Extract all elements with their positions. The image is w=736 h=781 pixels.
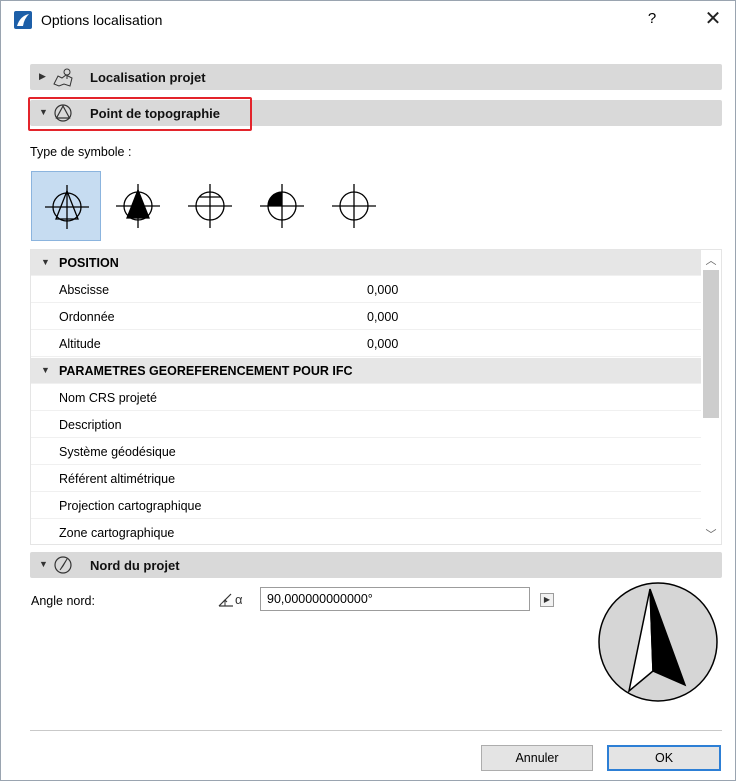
row-name: Projection cartographique bbox=[59, 499, 202, 513]
row-name: Référent altimétrique bbox=[59, 472, 176, 486]
expanded-triangle-icon: ▼ bbox=[39, 559, 48, 569]
table-row[interactable]: Description bbox=[31, 412, 703, 438]
row-name: Altitude bbox=[59, 337, 101, 351]
collapsed-triangle-icon: ▶ bbox=[39, 71, 46, 81]
group-georeferencement[interactable]: ▼ PARAMETRES GEOREFERENCEMENT POUR IFC bbox=[31, 358, 703, 384]
footer-divider bbox=[30, 730, 722, 731]
highlight-annotation bbox=[28, 97, 252, 131]
play-arrow-icon[interactable]: ▶ bbox=[540, 593, 554, 607]
map-pin-icon bbox=[52, 66, 74, 88]
scroll-thumb[interactable] bbox=[703, 270, 719, 418]
expanded-triangle-icon: ▼ bbox=[41, 257, 50, 267]
row-name: Description bbox=[59, 418, 122, 432]
row-name: Nom CRS projeté bbox=[59, 391, 157, 405]
symbol-3-icon bbox=[188, 184, 232, 228]
table-scrollbar[interactable]: ︿ ﹀ bbox=[701, 250, 721, 544]
close-button[interactable]: ✕ bbox=[701, 7, 725, 31]
expanded-triangle-icon: ▼ bbox=[41, 365, 50, 375]
table-row[interactable]: Projection cartographique bbox=[31, 493, 703, 519]
chevron-up-icon[interactable]: ︿ bbox=[701, 252, 721, 268]
table-row[interactable]: Zone cartographique bbox=[31, 520, 703, 544]
symbol-option-1[interactable] bbox=[31, 171, 101, 241]
row-name: Système géodésique bbox=[59, 445, 176, 459]
section-nord-du-projet[interactable]: ▼ Nord du projet bbox=[30, 552, 722, 578]
ok-button[interactable]: OK bbox=[607, 745, 721, 771]
table-row[interactable]: Système géodésique bbox=[31, 439, 703, 465]
symbol-option-4[interactable] bbox=[247, 171, 317, 241]
row-value[interactable]: 0,000 bbox=[367, 337, 398, 351]
row-name: Zone cartographique bbox=[59, 526, 175, 540]
table-row[interactable]: Ordonnée 0,000 bbox=[31, 304, 703, 330]
app-icon bbox=[14, 11, 32, 29]
compass-icon bbox=[52, 554, 74, 576]
cancel-button[interactable]: Annuler bbox=[481, 745, 593, 771]
symbol-option-2[interactable] bbox=[103, 171, 173, 241]
row-name: Ordonnée bbox=[59, 310, 115, 324]
table-row[interactable]: Nom CRS projeté bbox=[31, 385, 703, 411]
row-name: Abscisse bbox=[59, 283, 110, 297]
section-label: Localisation projet bbox=[90, 70, 206, 85]
symbol-type-selector bbox=[31, 171, 376, 241]
symbol-4-icon bbox=[260, 184, 304, 228]
symbol-5-icon bbox=[332, 184, 376, 228]
group-label: PARAMETRES GEOREFERENCEMENT POUR IFC bbox=[59, 364, 353, 378]
symbol-2-icon bbox=[116, 184, 160, 228]
properties-table: ▼ POSITION Abscisse 0,000 Ordonnée 0,000… bbox=[30, 249, 722, 545]
window-title: Options localisation bbox=[41, 12, 163, 28]
row-value[interactable]: 0,000 bbox=[367, 283, 398, 297]
north-angle-input[interactable] bbox=[260, 587, 530, 611]
symbol-option-3[interactable] bbox=[175, 171, 245, 241]
table-row[interactable]: Référent altimétrique bbox=[31, 466, 703, 492]
angle-symbol: α bbox=[235, 592, 243, 607]
north-compass-preview[interactable] bbox=[597, 581, 719, 703]
north-angle-label: Angle nord: bbox=[31, 594, 95, 608]
symbol-option-5[interactable] bbox=[319, 171, 389, 241]
group-position[interactable]: ▼ POSITION bbox=[31, 250, 703, 276]
row-value[interactable]: 0,000 bbox=[367, 310, 398, 324]
title-bar: Options localisation ? ✕ bbox=[1, 1, 735, 37]
symbol-type-label: Type de symbole : bbox=[30, 145, 132, 159]
section-localisation-projet[interactable]: ▶ Localisation projet bbox=[30, 64, 722, 90]
table-row[interactable]: Abscisse 0,000 bbox=[31, 277, 703, 303]
symbol-1-icon bbox=[45, 185, 89, 229]
options-localisation-dialog: Options localisation ? ✕ ▶ Localisation … bbox=[0, 0, 736, 781]
table-row[interactable]: Altitude 0,000 bbox=[31, 331, 703, 357]
help-button[interactable]: ? bbox=[642, 9, 662, 29]
angle-icon: α bbox=[217, 591, 251, 609]
section-label: Nord du projet bbox=[90, 558, 180, 573]
chevron-down-icon[interactable]: ﹀ bbox=[701, 526, 721, 542]
group-label: POSITION bbox=[59, 256, 119, 270]
